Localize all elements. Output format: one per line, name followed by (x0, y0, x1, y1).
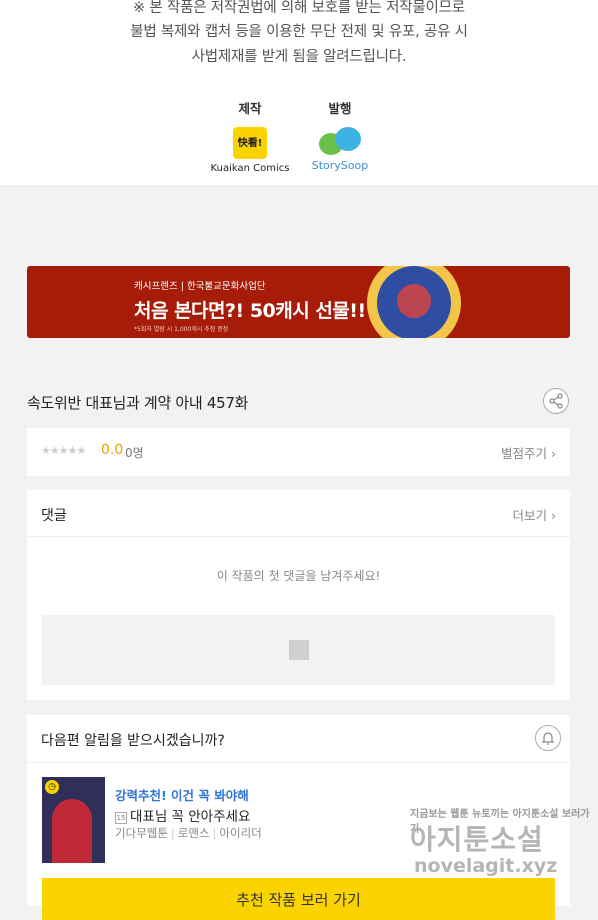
meta-genre: 로맨스 (177, 826, 210, 840)
kuaikan-logo: 快看! (233, 127, 267, 159)
rating-card: ★★★★★ 0.0 0명 별점주기 › (27, 428, 570, 476)
copyright-notice-line-1: ※ 본 작품은 저작권법에 의해 보호를 받는 저작물이므로 (133, 0, 465, 16)
copyright-notice-line-3: 사법제재를 받게 됨을 알려드립니다. (191, 49, 407, 65)
divider (27, 536, 570, 537)
production-label: 제작 (238, 101, 262, 116)
share-button[interactable] (543, 388, 569, 414)
divider (27, 762, 570, 763)
clock-icon: ◷ (45, 780, 59, 794)
banner-headline: 처음 본다면?! 50캐시 선물!! (134, 300, 366, 322)
recommend-label: 강력추천! 이건 꼭 봐야해 (115, 788, 249, 803)
bell-icon (541, 732, 555, 745)
notify-bell-button[interactable] (535, 725, 561, 751)
comments-empty-message: 이 작품의 첫 댓글을 남겨주세요! (216, 569, 381, 583)
comments-title: 댓글 (41, 508, 67, 524)
banner-sponsor-text: 캐시프렌즈 | 한국불교문화사업단 (134, 281, 266, 292)
credits: 제작 快看! Kuaikan Comics 발행 StorySoop (0, 98, 598, 178)
rating-score: 0.0 (101, 442, 124, 458)
age-rating-badge: 15 (115, 812, 127, 824)
watermark-line-2: 아지툰소설 (410, 823, 544, 856)
banner-dragon-detail (397, 284, 431, 318)
recommended-title-text: 대표님 꼭 안아주세요 (130, 809, 251, 825)
banner-fineprint: *5회차 열람 시 1,000캐시 추첨 증정 (134, 326, 229, 333)
publisher-name: StorySoop (311, 159, 369, 172)
rating-count: 0명 (125, 446, 144, 460)
watermark-line-3: novelagit.xyz (414, 855, 558, 877)
recommended-thumbnail[interactable]: ◷ (42, 777, 105, 863)
rating-stars: ★★★★★ (41, 444, 86, 457)
watermark: 지금보는 웹툰 뉴토끼는 아지툰소설 보러가기 아지툰소설 novelagit.… (410, 805, 598, 885)
publisher-credit: 발행 StorySoop (290, 98, 390, 172)
production-name: Kuaikan Comics (210, 163, 290, 174)
copyright-notice-line-2: 불법 복제와 캡처 등을 이용한 무단 전제 및 유포, 공유 시 (130, 24, 468, 40)
copyright-section: ※ 본 작품은 저작권법에 의해 보호를 받는 저작물이므로 불법 복제와 캡처… (0, 0, 598, 185)
recommended-title[interactable]: 15 대표님 꼭 안아주세요 (115, 805, 250, 825)
recommended-meta: 기다무웹툰 | 로맨스 | 아이리더 (115, 826, 262, 840)
promo-banner[interactable]: 캐시프렌즈 | 한국불교문화사업단 처음 본다면?! 50캐시 선물!! *5회… (27, 266, 570, 338)
publisher-label: 발행 (328, 101, 352, 116)
episode-title: 속도위반 대표님과 계약 아내 457화 (27, 394, 249, 412)
meta-category: 기다무웹툰 (115, 826, 168, 840)
comment-input-box[interactable] (42, 615, 555, 685)
notify-title: 다음편 알림을 받으시겠습니까? (41, 733, 225, 749)
meta-author: 아이리더 (219, 826, 262, 840)
share-icon (549, 393, 563, 409)
storysoop-logo (315, 125, 365, 157)
comments-more-link[interactable]: 더보기 › (513, 505, 556, 524)
production-credit: 제작 快看! Kuaikan Comics (200, 98, 300, 174)
image-placeholder-icon (289, 640, 309, 660)
comment-card: 댓글 더보기 › 이 작품의 첫 댓글을 남겨주세요! (27, 490, 570, 700)
rate-button[interactable]: 별점주기 › (501, 443, 556, 462)
